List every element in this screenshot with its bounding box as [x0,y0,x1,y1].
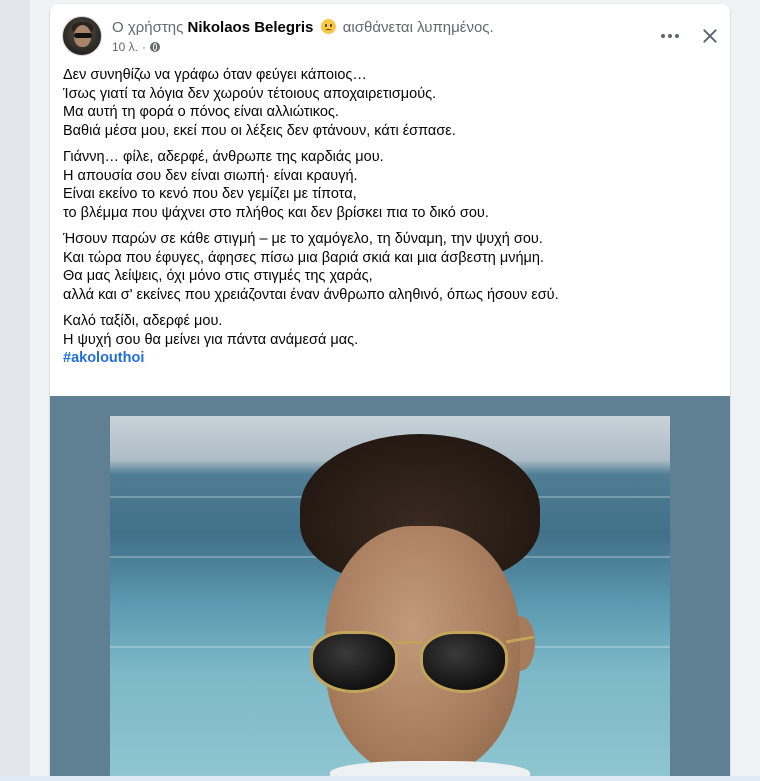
hashtag-link[interactable]: #akolouthoi [63,349,713,368]
text-line: Είναι εκείνο το κενό που δεν γεμίζει με … [63,186,357,202]
avatar-glasses [74,33,92,38]
post-card: Ο χρήστης Nikolaos Belegris αισθάνεται λ… [50,4,730,781]
text-line: Η ψυχή σου θα μείνει για πάντα ανάμεσά μ… [63,331,359,348]
more-dot [668,34,672,38]
post-photo-container[interactable] [50,396,730,781]
text-line: Γιάννη… φίλε, αδερφέ, άνθρωπε της καρδιά… [63,149,384,165]
more-options-button[interactable] [652,18,688,54]
text-line: Δεν συνηθίζω να γράφω όταν φεύγει κάποιο… [63,67,367,83]
meta-separator: · [142,40,147,54]
title-prefix: Ο χρήστης [112,19,184,36]
post-timestamp[interactable]: 10 λ. [112,40,138,54]
post-meta: 10 λ. · [112,40,161,54]
text-line: Ήσουν παρών σε κάθε στιγμή – με το χαμόγ… [63,231,543,247]
paragraph-3: Ήσουν παρών σε κάθε στιγμή – με το χαμόγ… [63,230,713,304]
post-photo[interactable] [110,416,670,781]
sad-face-icon [320,19,336,34]
paragraph-1: Δεν συνηθίζω να γράφω όταν φεύγει κάποιο… [63,66,713,140]
text-line: Καλό ταξίδι, αδερφέ μου. [63,313,223,329]
feeling-text: αισθάνεται λυπημένος. [342,19,494,36]
left-strip [0,0,30,781]
paragraph-2: Γιάννη… φίλε, αδερφέ, άνθρωπε της καρδιά… [63,148,713,222]
post-header: Ο χρήστης Nikolaos Belegris αισθάνεται λ… [62,16,718,58]
sunglasses-bridge [396,641,422,644]
more-dot [675,34,679,38]
text-line: Μα αυτή τη φορά ο πόνος είναι αλλιώτικος… [63,104,339,120]
sunglasses-lens-left [310,631,398,693]
text-line: Η απουσία σου δεν είναι σιωπή· είναι κρα… [63,167,358,184]
text-line: Θα μας λείψεις, όχι μόνο στις στιγμές τη… [63,268,373,284]
author-avatar[interactable] [62,16,102,56]
text-line: Ίσως γιατί τα λόγια δεν χωρούν τέτοιους … [63,85,437,102]
close-icon[interactable] [692,18,728,54]
more-dot [661,34,665,38]
text-line: Και τώρα που έφυγες, άφησες πίσω μια βαρ… [63,249,544,266]
paragraph-4: Καλό ταξίδι, αδερφέ μου. Η ψυχή σου θα μ… [63,312,713,368]
bottom-edge [0,776,760,781]
globe-icon[interactable] [150,42,161,52]
post-body: Δεν συνηθίζω να γράφω όταν φεύγει κάποιο… [63,66,713,376]
author-name-link[interactable]: Nikolaos Belegris [188,19,314,36]
post-title-line: Ο χρήστης Nikolaos Belegris αισθάνεται λ… [112,19,494,36]
text-line: το βλέμμα που ψάχνει στο πλήθος και δεν … [63,204,489,221]
text-line: Βαθιά μέσα μου, εκεί που οι λέξεις δεν φ… [63,122,456,139]
sunglasses-lens-right [420,631,508,693]
text-line: αλλά και σ' εκείνες που χρειάζονται έναν… [63,286,559,303]
